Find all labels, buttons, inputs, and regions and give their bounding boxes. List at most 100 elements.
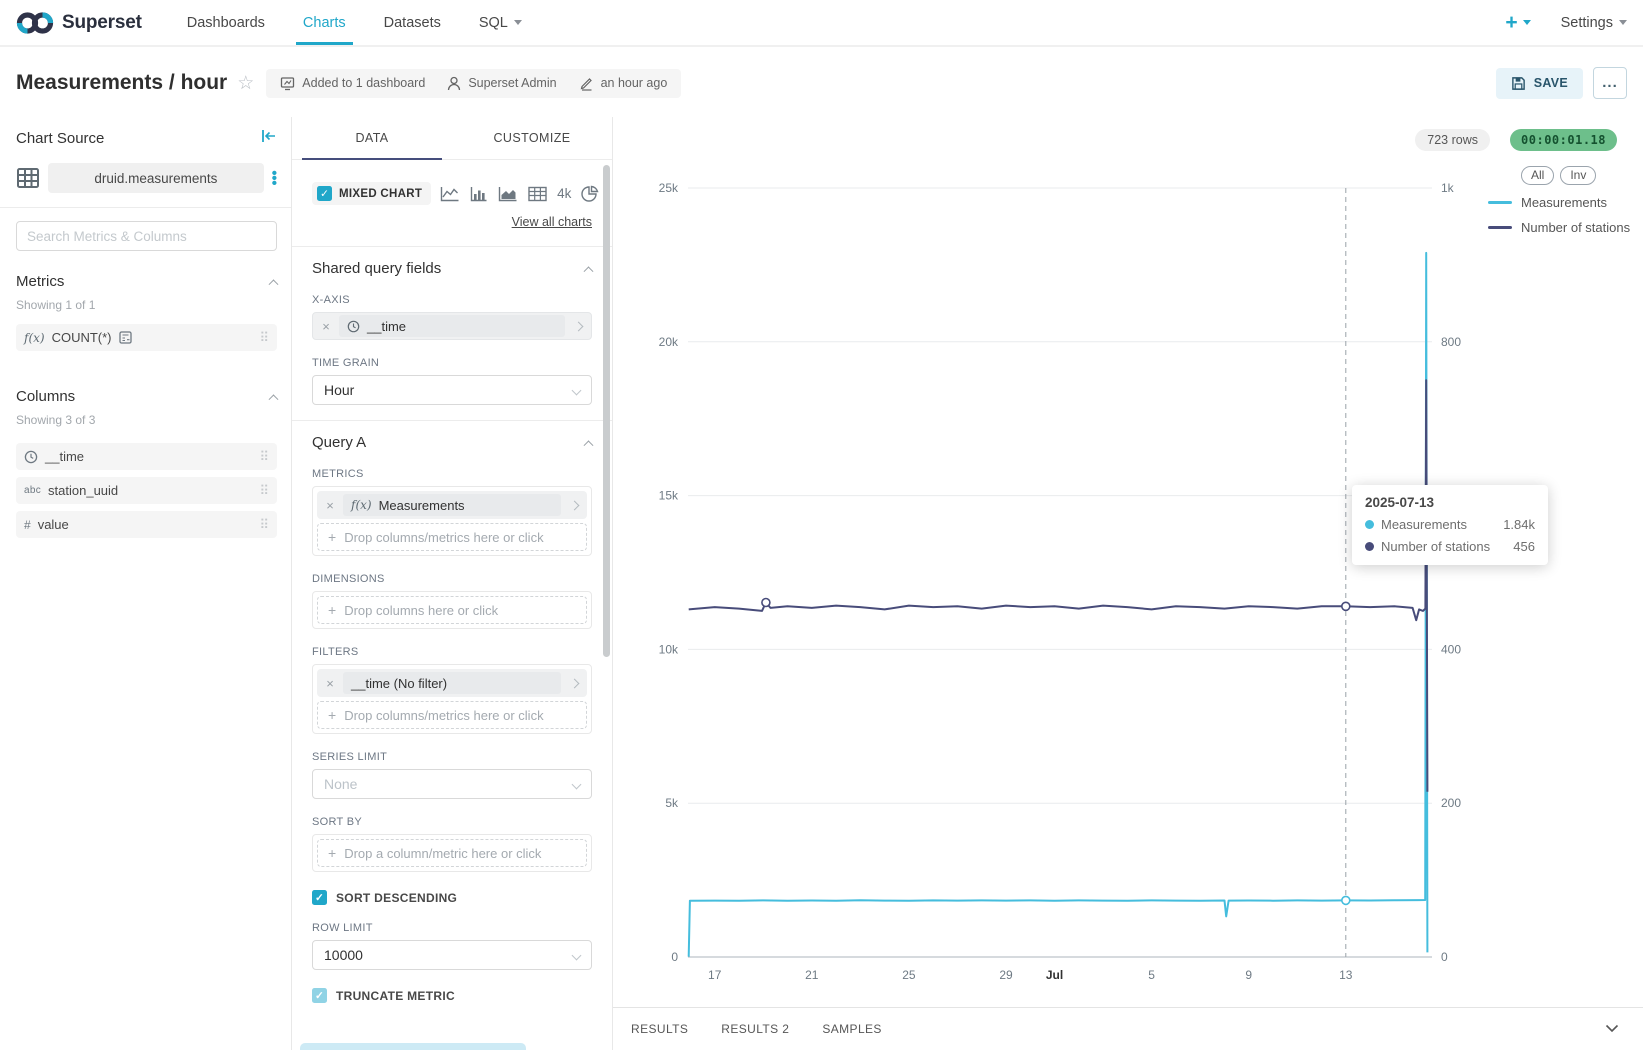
dataset-row: druid.measurements ••• [16, 163, 277, 193]
tab-samples[interactable]: SAMPLES [822, 1022, 882, 1036]
viz-4k-shortcut[interactable]: 4k [557, 186, 571, 201]
tab-data[interactable]: DATA [292, 117, 452, 159]
filters-control: × __time (No filter) +Drop columns/metri… [312, 664, 592, 734]
pencil-icon [579, 76, 594, 91]
nav-dashboards[interactable]: Dashboards [168, 0, 284, 45]
columns-section-header[interactable]: Columns [16, 388, 277, 405]
control-tabs: DATA CUSTOMIZE [292, 117, 612, 160]
metric-measurements[interactable]: × f(x)Measurements [317, 491, 587, 519]
pie-chart-icon[interactable] [581, 185, 599, 203]
legend-item-measurements[interactable]: Measurements [1488, 195, 1630, 210]
added-to-dashboard[interactable]: Added to 1 dashboard [280, 76, 425, 91]
expand-icon[interactable] [565, 323, 591, 330]
dataset-name[interactable]: druid.measurements [48, 163, 264, 193]
certified-calc-icon [119, 331, 132, 344]
nav-datasets[interactable]: Datasets [365, 0, 460, 45]
chart-owner[interactable]: Superset Admin [447, 76, 556, 91]
tab-results-2[interactable]: RESULTS 2 [721, 1022, 789, 1036]
expand-icon[interactable] [561, 680, 587, 687]
clock-icon [347, 320, 360, 333]
svg-text:0: 0 [671, 950, 678, 964]
caret-down-icon [1523, 20, 1531, 25]
query-timer-badge: 00:00:01.18 [1510, 129, 1617, 151]
view-all-charts-link[interactable]: View all charts [512, 215, 592, 229]
legend-line-swatch [1488, 201, 1512, 204]
expand-icon[interactable] [561, 502, 587, 509]
svg-text:9: 9 [1245, 968, 1252, 982]
x-axis-control[interactable]: × __time [312, 312, 592, 340]
save-button[interactable]: SAVE [1496, 68, 1583, 99]
svg-text:200: 200 [1441, 796, 1461, 810]
settings-menu[interactable]: Settings [1561, 15, 1627, 31]
search-input[interactable] [16, 221, 277, 251]
results-bar: RESULTS RESULTS 2 SAMPLES [613, 1007, 1643, 1050]
remove-icon[interactable]: × [317, 498, 343, 513]
nav-charts[interactable]: Charts [284, 0, 365, 45]
shared-query-fields-header[interactable]: Shared query fields [312, 260, 592, 277]
truncate-metric-checkbox[interactable]: ✓ TRUNCATE METRIC [312, 988, 592, 1003]
area-chart-icon[interactable] [498, 186, 518, 202]
remove-icon[interactable]: × [313, 319, 339, 334]
collapse-results-chevron-icon[interactable] [1605, 1020, 1619, 1038]
viz-type-selected[interactable]: ✓ MIXED CHART [312, 182, 431, 205]
header-actions: SAVE ... [1496, 67, 1627, 99]
query-a-header[interactable]: Query A [312, 434, 592, 451]
drag-handle-icon[interactable]: ⠿ [259, 517, 269, 533]
dimensions-drop-zone[interactable]: +Drop columns here or click [317, 596, 587, 624]
dataset-options-kebab-icon[interactable]: ••• [272, 171, 277, 186]
drag-handle-icon[interactable]: ⠿ [259, 483, 269, 499]
time-grain-select[interactable]: Hour [312, 375, 592, 405]
column-item-value[interactable]: # value ⠿ [16, 511, 277, 538]
superset-logo[interactable]: Superset [16, 0, 142, 45]
metrics-drop-zone[interactable]: +Drop columns/metrics here or click [317, 523, 587, 551]
filter-time-no-filter[interactable]: × __time (No filter) [317, 669, 587, 697]
legend-invert-button[interactable]: Inv [1560, 166, 1596, 185]
favorite-star-icon[interactable]: ☆ [237, 72, 254, 95]
drag-handle-icon[interactable]: ⠿ [259, 449, 269, 465]
tab-customize[interactable]: CUSTOMIZE [452, 117, 612, 159]
legend-item-number-of-stations[interactable]: Number of stations [1488, 220, 1630, 235]
checked-checkbox-icon: ✓ [312, 890, 327, 905]
clock-icon [24, 450, 38, 464]
svg-text:0: 0 [1441, 950, 1448, 964]
chevron-down-icon [572, 385, 582, 395]
bar-chart-icon[interactable] [470, 186, 488, 202]
svg-text:29: 29 [999, 968, 1013, 982]
remove-icon[interactable]: × [317, 676, 343, 691]
tooltip-date: 2025-07-13 [1365, 495, 1535, 510]
page-title: Measurements / hour [16, 71, 227, 95]
svg-text:13: 13 [1339, 968, 1353, 982]
scrollbar-thumb[interactable] [603, 165, 610, 657]
last-modified[interactable]: an hour ago [579, 76, 668, 91]
svg-text:15k: 15k [659, 489, 679, 503]
column-item-time[interactable]: __time ⠿ [16, 443, 277, 470]
svg-text:25: 25 [902, 968, 916, 982]
sort-descending-checkbox[interactable]: ✓ SORT DESCENDING [312, 890, 592, 905]
drag-handle-icon[interactable]: ⠿ [259, 330, 269, 346]
filters-drop-zone[interactable]: +Drop columns/metrics here or click [317, 701, 587, 729]
partially-visible-control [300, 1043, 526, 1050]
tooltip-row: Number of stations 456 [1365, 539, 1535, 554]
divider [292, 246, 612, 247]
user-icon [447, 76, 461, 91]
chart-tooltip: 2025-07-13 Measurements 1.84k Number of … [1352, 485, 1548, 565]
navbar-right: + Settings [1505, 0, 1627, 45]
column-item-station-uuid[interactable]: abc station_uuid ⠿ [16, 477, 277, 504]
metrics-section-header[interactable]: Metrics [16, 273, 277, 290]
sort-by-drop-zone[interactable]: +Drop a column/metric here or click [317, 839, 587, 867]
metrics-showing-count: Showing 1 of 1 [16, 298, 277, 312]
line-chart-icon[interactable] [440, 186, 460, 202]
new-item-button[interactable]: + [1505, 11, 1530, 35]
tab-results[interactable]: RESULTS [631, 1022, 688, 1036]
chart-legend: All Inv Measurements Number of stations [1488, 166, 1630, 235]
more-options-button[interactable]: ... [1593, 67, 1627, 99]
row-limit-select[interactable]: 10000 [312, 940, 592, 970]
nav-sql-menu[interactable]: SQL [460, 0, 541, 45]
time-grain-label: TIME GRAIN [312, 357, 592, 369]
query-status: 723 rows 00:00:01.18 [1415, 129, 1617, 151]
collapse-panel-icon[interactable] [261, 129, 277, 148]
legend-select-all-button[interactable]: All [1521, 166, 1554, 185]
metric-item-count[interactable]: f(x) COUNT(*) ⠿ [16, 324, 277, 351]
series-limit-select[interactable]: None [312, 769, 592, 799]
table-icon[interactable] [528, 186, 547, 202]
